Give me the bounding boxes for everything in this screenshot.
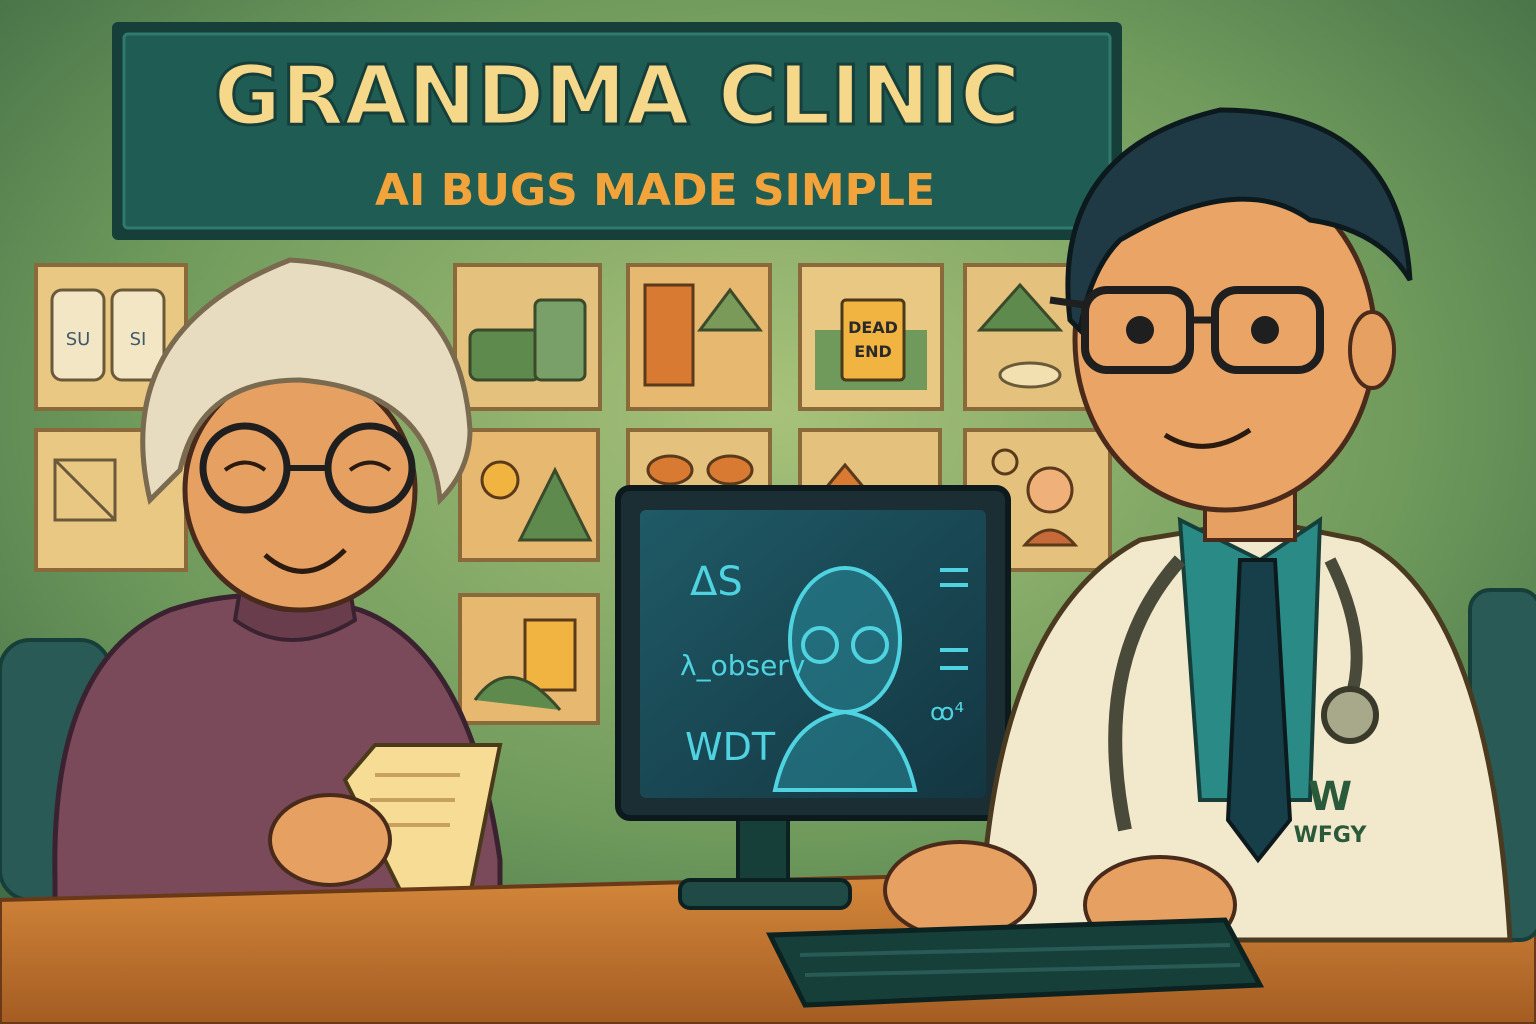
coat-text: WFGY bbox=[1294, 823, 1368, 848]
sign-subtitle: AI BUGS MADE SIMPLE bbox=[375, 165, 935, 216]
dead-end-line1: DEAD bbox=[848, 318, 898, 337]
poster-dead-end: DEAD END bbox=[798, 263, 944, 411]
sign-title: GRANDMA CLINIC bbox=[214, 49, 1020, 144]
jar-label-2: SI bbox=[130, 329, 147, 350]
poster-door-path bbox=[458, 593, 600, 725]
screen-line-lambda: λ_observ bbox=[680, 649, 805, 682]
clinic-sign: GRANDMA CLINIC AI BUGS MADE SIMPLE bbox=[112, 22, 1122, 240]
poster-kitchen bbox=[453, 263, 602, 411]
scene-svg: GRANDMA CLINIC AI BUGS MADE SIMPLE SU SI… bbox=[0, 0, 1536, 1024]
dead-end-line2: END bbox=[854, 342, 892, 361]
poster-door bbox=[626, 263, 772, 411]
illustration-scene: GRANDMA CLINIC AI BUGS MADE SIMPLE SU SI… bbox=[0, 0, 1536, 1024]
poster-lightbulb bbox=[458, 428, 600, 562]
screen-glyph: ꝏ⁴ bbox=[930, 698, 964, 726]
jar-label-1: SU bbox=[66, 329, 91, 350]
screen-line-wdt: WDT bbox=[685, 725, 776, 769]
screen-line-delta-s: ΔS bbox=[690, 559, 743, 605]
coat-logo: W bbox=[1308, 774, 1352, 820]
